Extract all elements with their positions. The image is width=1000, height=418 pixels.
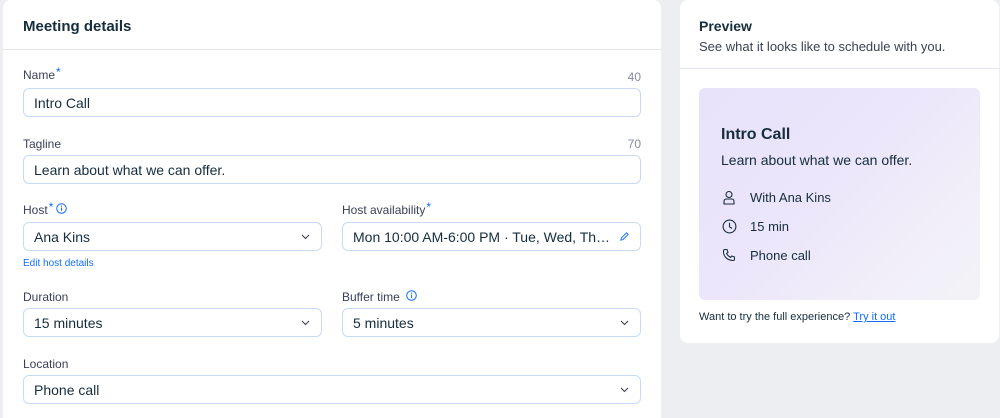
phone-icon (721, 247, 737, 263)
buffer-time-label: Buffer time (342, 290, 417, 305)
host-label: Host* (23, 200, 68, 218)
chevron-down-icon (299, 231, 311, 243)
meeting-details-title: Meeting details (23, 18, 132, 35)
preview-title: Preview (699, 18, 752, 34)
name-input-value: Intro Call (34, 94, 91, 111)
name-label-text: Name (23, 68, 56, 82)
buffer-time-label-text: Buffer time (342, 290, 400, 304)
host-availability-required-mark: * (426, 200, 432, 214)
tagline-input[interactable]: Learn about what we can offer. (23, 155, 641, 184)
duration-select-value: 15 minutes (34, 314, 103, 331)
host-availability-label-text: Host availability (342, 203, 426, 217)
chevron-down-icon (299, 317, 311, 329)
try-it-out-text: Want to try the full experience? (699, 311, 851, 323)
location-label: Location (23, 357, 69, 371)
preview-card-duration-row: 15 min (721, 218, 789, 234)
name-required-mark: * (56, 65, 61, 79)
preview-subtitle: See what it looks like to schedule with … (699, 39, 946, 54)
preview-header: Preview See what it looks like to schedu… (680, 0, 999, 69)
info-icon[interactable] (406, 290, 417, 304)
host-select[interactable]: Ana Kins (23, 222, 322, 251)
clock-icon (721, 218, 737, 234)
host-availability-label: Host availability* (342, 200, 432, 217)
preview-card: Intro Call Learn about what we can offer… (699, 88, 980, 300)
tagline-input-value: Learn about what we can offer. (34, 161, 226, 178)
preview-card-host: With Ana Kins (750, 189, 831, 205)
duration-select[interactable]: 15 minutes (23, 308, 322, 337)
location-select[interactable]: Phone call (23, 375, 641, 404)
pencil-icon[interactable] (618, 231, 630, 243)
preview-card-location-row: Phone call (721, 247, 811, 263)
preview-card-location: Phone call (750, 247, 811, 263)
try-it-out-link[interactable]: Try it out (853, 311, 895, 323)
host-availability-value: Mon 10:00 AM-6:00 PM · Tue, Wed, Thu 10:… (353, 228, 612, 245)
edit-host-details-link[interactable]: Edit host details (23, 258, 94, 269)
meeting-details-panel: Meeting details Name* 40 Intro Call Tagl… (3, 0, 661, 418)
name-input[interactable]: Intro Call (23, 88, 641, 117)
preview-card-title: Intro Call (721, 126, 791, 143)
person-icon (721, 189, 737, 205)
host-required-mark: * (48, 200, 54, 214)
tagline-char-counter: 70 (627, 137, 641, 151)
chevron-down-icon (618, 384, 630, 396)
meeting-details-header: Meeting details (3, 0, 661, 50)
chevron-down-icon (618, 317, 630, 329)
preview-card-host-row: With Ana Kins (721, 189, 831, 205)
duration-label: Duration (23, 290, 69, 304)
name-char-counter: 40 (627, 70, 641, 84)
try-it-out-line: Want to try the full experience? Try it … (699, 311, 895, 323)
host-label-text: Host (23, 203, 48, 217)
location-select-value: Phone call (34, 381, 100, 398)
buffer-time-select-value: 5 minutes (353, 314, 414, 331)
name-label: Name* (23, 65, 61, 82)
host-select-value: Ana Kins (34, 228, 91, 245)
buffer-time-select[interactable]: 5 minutes (342, 308, 641, 337)
info-icon[interactable] (56, 203, 68, 217)
preview-panel: Preview See what it looks like to schedu… (680, 0, 999, 343)
preview-card-tagline: Learn about what we can offer. (721, 152, 913, 168)
tagline-label: Tagline (23, 137, 62, 151)
host-availability-input[interactable]: Mon 10:00 AM-6:00 PM · Tue, Wed, Thu 10:… (342, 222, 641, 251)
preview-card-duration: 15 min (750, 218, 790, 234)
